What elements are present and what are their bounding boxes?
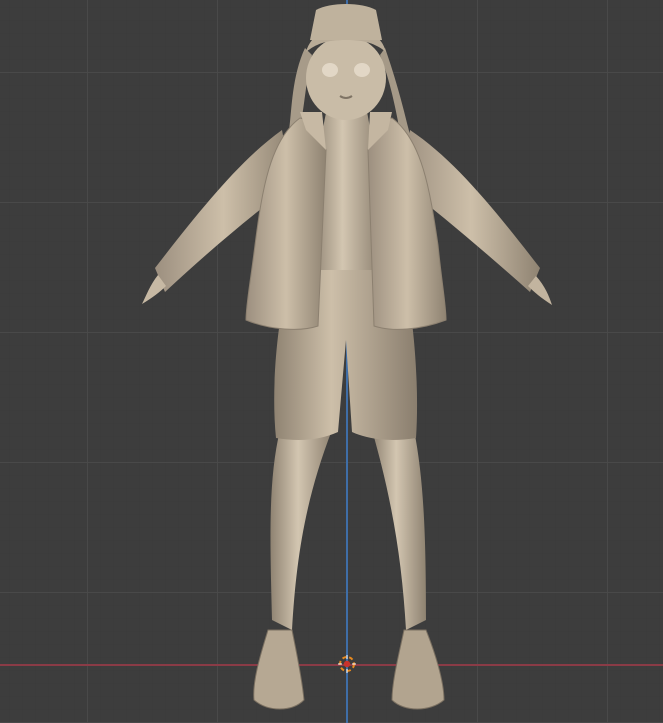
head <box>306 36 386 120</box>
eye-left <box>322 63 338 77</box>
leg-left <box>270 430 332 630</box>
leg-right <box>372 430 426 630</box>
viewport-3d[interactable] <box>0 0 663 723</box>
hair-top <box>310 4 382 40</box>
shoe-left <box>253 629 305 710</box>
3d-cursor-icon[interactable] <box>338 655 356 673</box>
eye-right <box>354 63 370 77</box>
shoe-right <box>391 629 445 710</box>
character-model[interactable] <box>0 0 663 723</box>
